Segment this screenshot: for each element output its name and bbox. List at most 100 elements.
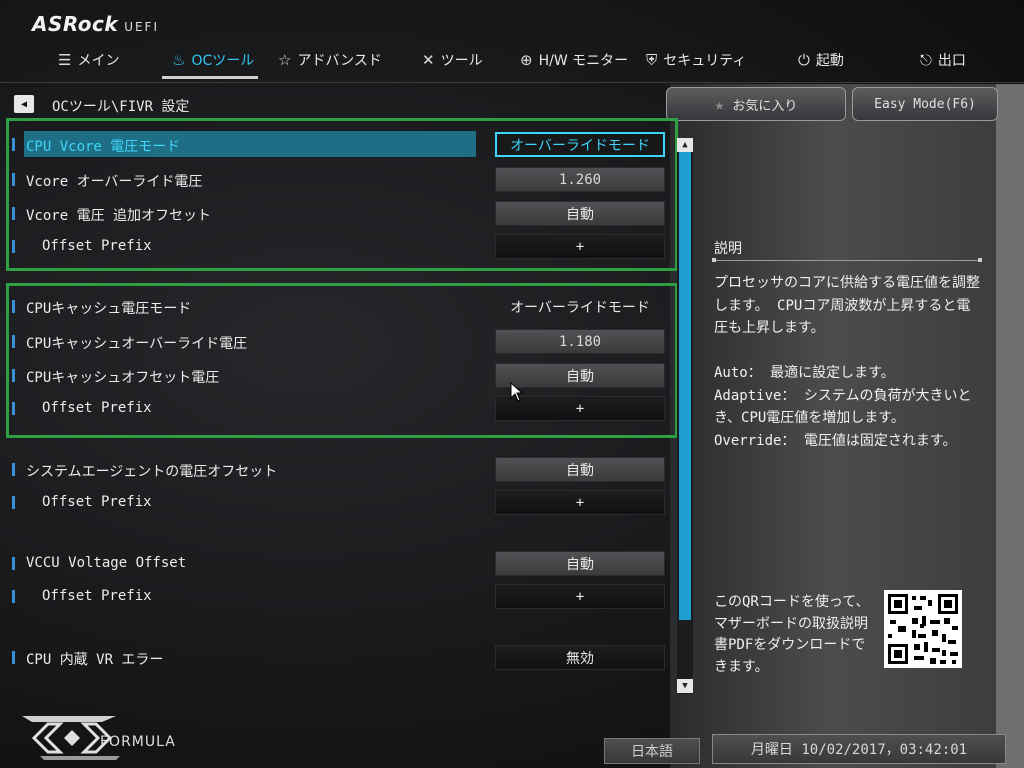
setting-row-offset-prefix[interactable]: Offset Prefix + <box>0 394 676 424</box>
info-marker <box>12 651 15 664</box>
divider-dot <box>978 258 982 262</box>
setting-label: CPU Vcore 電圧モード <box>26 139 181 155</box>
setting-label: VCCU Voltage Offset <box>26 555 187 571</box>
tab-hw-monitor[interactable]: ⊕ H/W モニター <box>520 42 628 78</box>
tab-advanced[interactable]: ☆ アドバンスド <box>278 42 382 78</box>
setting-label: Offset Prefix <box>42 400 152 416</box>
setting-row-vccu-offset[interactable]: VCCU Voltage Offset 自動 <box>0 549 676 579</box>
setting-label: Offset Prefix <box>42 494 152 510</box>
tab-security[interactable]: ⛨ セキュリティ <box>646 42 746 78</box>
tab-label: OCツール <box>191 53 255 69</box>
qr-description: このQRコードを使って、マザーボードの取扱説明書PDFをダウンロードできます。 <box>714 594 870 675</box>
info-marker <box>12 463 15 476</box>
setting-row-offset-prefix[interactable]: Offset Prefix + <box>0 232 676 262</box>
setting-label: Offset Prefix <box>42 238 152 254</box>
header-divider <box>0 82 1024 83</box>
setting-label: Vcore 電圧 追加オフセット <box>26 208 212 224</box>
setting-row-vcore-offset[interactable]: Vcore 電圧 追加オフセット 自動 <box>0 199 676 229</box>
tab-main[interactable]: ☰ メイン <box>58 42 119 78</box>
shield-icon: ⛨ <box>646 51 658 69</box>
tab-label: H/W モニター <box>538 53 629 69</box>
info-marker <box>12 207 15 220</box>
formula-label: FORMULA <box>100 734 176 750</box>
setting-row-system-agent-offset[interactable]: システムエージェントの電圧オフセット 自動 <box>0 455 676 485</box>
info-marker <box>12 335 15 348</box>
setting-label: CPU 内蔵 VR エラー <box>26 652 164 668</box>
setting-row-cache-offset[interactable]: CPUキャッシュオフセット電圧 自動 <box>0 361 676 391</box>
setting-label: システムエージェントの電圧オフセット <box>26 464 278 480</box>
setting-label: CPUキャッシュ電圧モード <box>26 301 192 317</box>
chevron-up-icon: ▲ <box>682 140 688 150</box>
chevron-down-icon: ▼ <box>682 681 688 691</box>
info-marker <box>12 138 15 151</box>
scroll-down-button[interactable]: ▼ <box>677 679 693 693</box>
tab-label: アドバンスド <box>297 53 382 69</box>
setting-label: Offset Prefix <box>42 588 152 604</box>
main-nav: ☰ メイン ♨ OCツール ☆ アドバンスド ✕ ツール ⊕ H/W モニター … <box>0 42 1024 82</box>
star-icon: ☆ <box>278 51 292 69</box>
info-marker <box>12 496 15 509</box>
description-text: プロセッサのコアに供給する電圧値を調整します。 CPUコア周波数が上昇すると電圧… <box>714 275 980 449</box>
setting-row-vcore-override-voltage[interactable]: Vcore オーバーライド電圧 1.260 <box>0 165 676 195</box>
power-icon: ⏻ <box>798 51 810 69</box>
setting-value-dropdown[interactable]: オーバーライドモード <box>495 132 665 157</box>
setting-row-offset-prefix[interactable]: Offset Prefix + <box>0 582 676 612</box>
star-icon: ★ <box>714 94 725 114</box>
setting-value-input[interactable]: 1.180 <box>495 329 665 354</box>
setting-label: CPUキャッシュオーバーライド電圧 <box>26 336 248 352</box>
setting-row-vcore-mode[interactable]: CPU Vcore 電圧モード オーバーライドモード <box>0 130 676 160</box>
setting-row-cache-override-voltage[interactable]: CPUキャッシュオーバーライド電圧 1.180 <box>0 327 676 357</box>
language-selector[interactable]: 日本語 <box>604 738 700 764</box>
tab-boot[interactable]: ⏻ 起動 <box>798 42 844 78</box>
mouse-cursor-icon <box>510 381 524 406</box>
qr-code <box>884 590 962 668</box>
scroll-up-button[interactable]: ▲ <box>677 138 693 152</box>
info-marker <box>12 590 15 603</box>
info-marker <box>12 369 15 382</box>
tab-label: メイン <box>77 53 120 69</box>
panel-edge <box>996 84 1024 768</box>
asrock-logo: ASRock UEFI <box>32 12 159 36</box>
setting-value-input[interactable]: 1.260 <box>495 167 665 192</box>
wrench-icon: ✕ <box>422 51 435 69</box>
breadcrumb: OCツール\FIVR 設定 <box>52 99 190 115</box>
setting-value-dropdown[interactable]: + <box>495 490 665 515</box>
description-divider <box>714 260 980 261</box>
setting-value-dropdown[interactable]: + <box>495 234 665 259</box>
setting-label: Vcore オーバーライド電圧 <box>26 174 203 190</box>
info-marker <box>12 173 15 186</box>
easy-mode-label: Easy Mode(F6) <box>874 96 976 112</box>
tab-label: ツール <box>440 53 483 69</box>
info-marker <box>12 240 15 253</box>
setting-value-input[interactable]: 自動 <box>495 551 665 576</box>
easy-mode-button[interactable]: Easy Mode(F6) <box>852 87 998 121</box>
setting-value-dropdown[interactable]: 無効 <box>495 645 665 670</box>
setting-label: CPUキャッシュオフセット電圧 <box>26 370 220 386</box>
setting-row-cpu-vr-error[interactable]: CPU 内蔵 VR エラー 無効 <box>0 643 676 673</box>
setting-row-cache-mode[interactable]: CPUキャッシュ電圧モード オーバーライドモード <box>0 292 676 322</box>
tab-label: 起動 <box>815 53 844 69</box>
tab-exit[interactable]: ⎋ 出口 <box>920 42 966 78</box>
setting-value-input[interactable]: 自動 <box>495 201 665 226</box>
favorites-label: お気に入り <box>732 98 798 114</box>
tab-oc-tweaker[interactable]: ♨ OCツール <box>172 42 254 78</box>
exit-icon: ⎋ <box>920 51 932 69</box>
setting-value-input[interactable]: 自動 <box>495 457 665 482</box>
favorites-button[interactable]: ★ お気に入り <box>666 87 846 121</box>
setting-value-dropdown[interactable]: + <box>495 584 665 609</box>
list-icon: ☰ <box>58 51 72 69</box>
tab-label: セキュリティ <box>663 53 747 69</box>
qr-code-icon <box>888 594 958 664</box>
back-button[interactable]: ◀ <box>14 95 34 113</box>
setting-value-dropdown[interactable]: オーバーライドモード <box>495 294 665 319</box>
back-arrow-icon: ◀ <box>20 98 28 110</box>
datetime-display: 月曜日 10/02/2017，03:42:01 <box>712 734 1006 764</box>
scrollbar-thumb[interactable] <box>679 152 691 620</box>
flame-icon: ♨ <box>172 51 186 69</box>
info-marker <box>12 402 15 415</box>
setting-row-offset-prefix[interactable]: Offset Prefix + <box>0 488 676 518</box>
formula-logo: FORMULA <box>20 712 200 762</box>
crosshair-icon: ⊕ <box>520 51 533 69</box>
description-title: 説明 <box>714 241 742 257</box>
tab-tool[interactable]: ✕ ツール <box>422 42 483 78</box>
